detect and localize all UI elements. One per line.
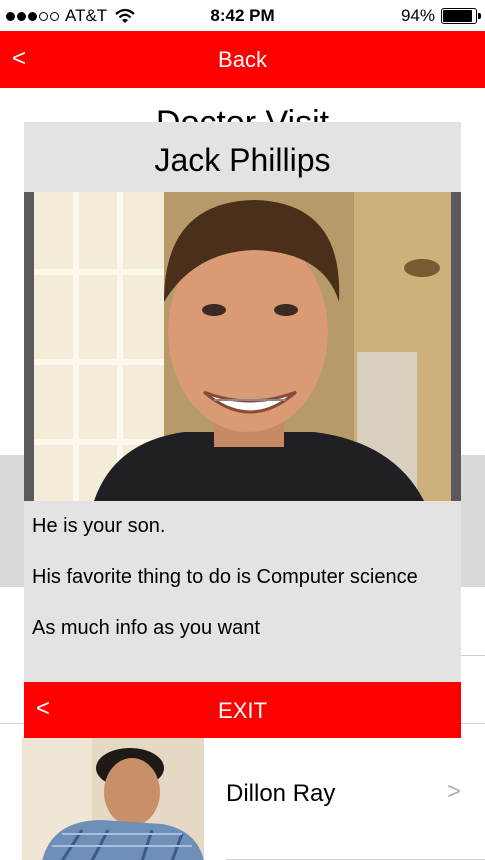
profile-photo bbox=[24, 192, 461, 501]
status-right: 94% bbox=[400, 6, 481, 26]
battery-percent: 94% bbox=[400, 6, 435, 25]
battery-icon bbox=[441, 8, 481, 24]
description-line-1: He is your son. bbox=[32, 515, 166, 537]
profile-modal: Jack Phillips He is your son. His favori… bbox=[24, 122, 461, 738]
list-item[interactable]: Dillon Ray > bbox=[0, 723, 485, 860]
contact-name: Dillon Ray bbox=[226, 780, 336, 807]
modal-description: He is your son. His favorite thing to do… bbox=[32, 514, 452, 667]
description-line-3: As much info as you want bbox=[32, 617, 260, 639]
exit-label[interactable]: EXIT bbox=[24, 698, 461, 724]
description-line-2: His favorite thing to do is Computer sci… bbox=[32, 566, 418, 588]
back-button[interactable]: Back bbox=[0, 47, 485, 73]
contact-photo bbox=[22, 738, 204, 860]
battery-level bbox=[443, 10, 473, 22]
exit-button[interactable]: < EXIT bbox=[24, 682, 461, 738]
status-bar: AT&T 8:42 PM 94% bbox=[0, 0, 485, 30]
nav-bar: < Back bbox=[0, 31, 485, 88]
modal-title: Jack Phillips bbox=[154, 142, 331, 178]
chevron-right-icon: > bbox=[446, 778, 461, 805]
